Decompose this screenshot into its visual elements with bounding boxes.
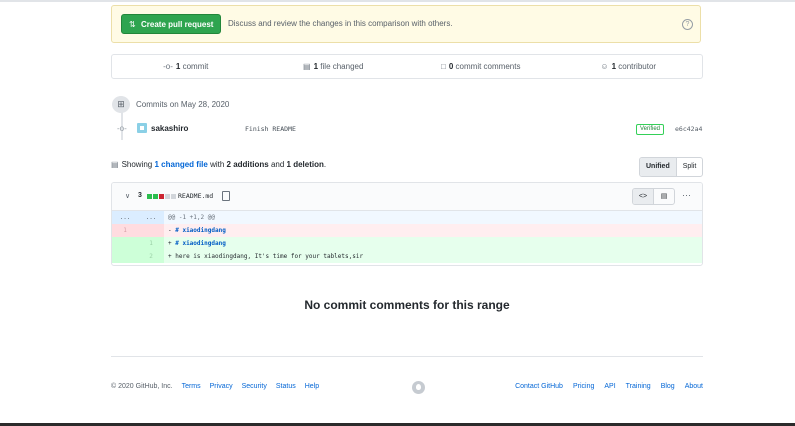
summary-commit-comments[interactable]: □ 0 commit comments bbox=[407, 55, 555, 78]
diff-summary-line: ▤ Showing 1 changed file with 2 additions… bbox=[111, 160, 327, 169]
file-icon: ▤ bbox=[111, 160, 119, 169]
footer-link[interactable]: API bbox=[604, 383, 615, 390]
code-view-icon[interactable]: <> bbox=[633, 189, 654, 204]
footer-link[interactable]: Privacy bbox=[210, 383, 233, 390]
footer-link[interactable]: Blog bbox=[661, 383, 675, 390]
repo-push-icon: ⊞ bbox=[112, 96, 130, 113]
new-line-number[interactable]: ... bbox=[138, 211, 164, 224]
diff-line: 2 + here is xiaodingdang, It's time for y… bbox=[112, 250, 702, 263]
summary-commits[interactable]: -o- 1 commit bbox=[112, 55, 260, 78]
new-line-number[interactable]: 1 bbox=[138, 237, 164, 250]
diffstat-neu-block bbox=[171, 194, 176, 199]
diff-code: - # xiaodingdang bbox=[168, 227, 226, 234]
footer-right: Contact GitHub Pricing API Training Blog Abou… bbox=[515, 383, 703, 390]
footer-link[interactable]: Security bbox=[242, 383, 267, 390]
diffstat-add-block bbox=[153, 194, 158, 199]
clipboard-icon[interactable] bbox=[222, 191, 230, 201]
diff-code: + here is xiaodingdang, It's time for yo… bbox=[168, 253, 364, 260]
help-icon[interactable]: ? bbox=[682, 19, 693, 30]
split-view-button[interactable]: Split bbox=[677, 158, 703, 176]
footer-link[interactable]: Contact GitHub bbox=[515, 383, 563, 390]
footer-divider bbox=[111, 356, 703, 357]
comment-icon: □ bbox=[441, 62, 446, 71]
summary-contributors[interactable]: ☺ 1 contributor bbox=[555, 55, 703, 78]
footer-left: © 2020 GitHub, Inc. Terms Privacy Security S… bbox=[111, 383, 319, 390]
commit-sha-link[interactable]: e6c42a4 bbox=[675, 125, 702, 133]
footer-link[interactable]: About bbox=[685, 383, 703, 390]
verified-badge[interactable]: Verified bbox=[636, 124, 665, 135]
summary-files-changed[interactable]: ▤ 1 file changed bbox=[260, 55, 408, 78]
unified-view-button[interactable]: Unified bbox=[640, 158, 677, 176]
create-pull-request-button[interactable]: ⇅ Create pull request bbox=[121, 14, 222, 34]
old-line-number[interactable]: ... bbox=[112, 211, 138, 224]
diff-line: 1 - # xiaodingdang bbox=[112, 224, 702, 237]
diff-line: 1 + # xiaodingdang bbox=[112, 237, 702, 250]
commit-icon: -o- bbox=[163, 62, 173, 71]
rich-diff-icon[interactable]: ▤ bbox=[654, 189, 674, 204]
create-pull-request-label: Create pull request bbox=[141, 20, 214, 29]
top-border bbox=[0, 0, 795, 2]
compare-summary-bar: -o- 1 commit ▤ 1 file changed □ 0 commit co… bbox=[111, 54, 703, 79]
pull-request-icon: ⇅ bbox=[129, 20, 136, 29]
file-view-buttons: <> ▤ bbox=[632, 188, 675, 205]
footer-link[interactable]: Help bbox=[305, 383, 319, 390]
file-name-link[interactable]: README.md bbox=[178, 192, 213, 200]
footer-link[interactable]: Status bbox=[276, 383, 296, 390]
diffstat-neu-block bbox=[165, 194, 170, 199]
diffstat-add-block bbox=[147, 194, 152, 199]
banner-description: Discuss and review the changes in this c… bbox=[228, 19, 453, 28]
avatar[interactable] bbox=[137, 123, 147, 133]
diff-code: @@ -1 +1,2 @@ bbox=[168, 214, 215, 221]
diff-view-toggle: Unified Split bbox=[639, 157, 704, 177]
kebab-menu-icon[interactable]: ··· bbox=[682, 190, 691, 200]
commit-node-icon: -o- bbox=[117, 124, 127, 133]
file-header: ∨ 3 README.md <> ▤ ··· bbox=[112, 183, 702, 211]
create-pr-banner: ⇅ Create pull request Discuss and review … bbox=[111, 5, 701, 43]
file-diff: ∨ 3 README.md <> ▤ ··· ...... @@ -1 +1,2 … bbox=[111, 182, 703, 266]
people-icon: ☺ bbox=[600, 62, 609, 71]
commits-date-heading: Commits on May 28, 2020 bbox=[136, 100, 230, 109]
diff-code: + # xiaodingdang bbox=[168, 240, 226, 247]
old-line-number[interactable]: 1 bbox=[112, 224, 138, 237]
footer-link[interactable]: Terms bbox=[182, 383, 201, 390]
file-changes-count: 3 bbox=[138, 192, 142, 199]
old-line-number[interactable] bbox=[112, 237, 138, 250]
diff-line: ...... @@ -1 +1,2 @@ bbox=[112, 211, 702, 224]
commit-author-link[interactable]: sakashiro bbox=[151, 124, 188, 133]
empty-comments-message: No commit comments for this range bbox=[304, 298, 510, 312]
footer-link[interactable]: Training bbox=[626, 383, 651, 390]
footer-copyright: © 2020 GitHub, Inc. bbox=[111, 383, 173, 390]
old-line-number[interactable] bbox=[112, 250, 138, 263]
new-line-number[interactable] bbox=[138, 224, 164, 237]
commit-message-link[interactable]: Finish README bbox=[245, 125, 296, 133]
diffstat bbox=[147, 194, 176, 199]
diffstat-del-block bbox=[159, 194, 164, 199]
footer-link[interactable]: Pricing bbox=[573, 383, 594, 390]
changed-files-link[interactable]: 1 changed file bbox=[154, 160, 207, 169]
file-diff-icon: ▤ bbox=[303, 62, 311, 71]
new-line-number[interactable]: 2 bbox=[138, 250, 164, 263]
chevron-down-icon[interactable]: ∨ bbox=[125, 192, 130, 200]
github-logo-icon[interactable] bbox=[412, 381, 425, 394]
